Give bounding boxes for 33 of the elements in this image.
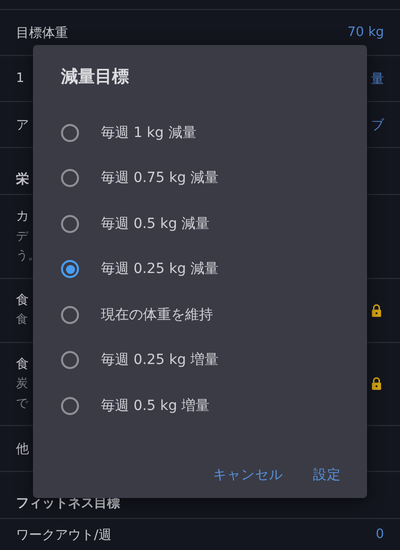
radio-button[interactable]	[61, 396, 79, 415]
setting-label: 目標体重	[16, 24, 68, 42]
setting-label: 食	[16, 292, 29, 310]
radio-option[interactable]: 毎週 0.25 kg 減量	[61, 246, 367, 292]
setting-label: 食	[16, 356, 29, 374]
radio-option[interactable]: 現在の体重を維持	[61, 292, 367, 338]
radio-button[interactable]	[61, 124, 79, 142]
setting-label: ア	[16, 116, 29, 134]
setting-value: ブ	[371, 116, 384, 134]
setting-description: デ	[16, 228, 30, 244]
radio-option[interactable]: 毎週 0.5 kg 減量	[61, 201, 367, 246]
dialog-title: 減量目標	[61, 66, 130, 89]
radio-button[interactable]	[61, 306, 79, 324]
setting-description: 食	[16, 311, 29, 328]
setting-description: う。	[16, 247, 40, 264]
radio-button[interactable]	[61, 214, 79, 233]
setting-label: 1	[16, 71, 24, 86]
radio-option[interactable]: 毎週 0.75 kg 減量	[61, 156, 367, 201]
radio-button[interactable]	[61, 351, 79, 370]
setting-description: で	[16, 394, 29, 412]
setting-value: 0	[376, 527, 384, 542]
setting-label: カ	[16, 208, 30, 226]
radio-option[interactable]: 毎週 0.25 kg 増量	[61, 338, 367, 383]
setting-description: 炭	[16, 375, 29, 392]
setting-value: 量	[371, 70, 384, 88]
setting-label: 他	[16, 440, 29, 458]
setting-value: 70 kg	[348, 25, 384, 40]
radio-button[interactable]	[61, 260, 79, 278]
radio-option[interactable]: 毎週 1 kg 減量	[61, 110, 367, 156]
radio-option[interactable]: 毎週 0.5 kg 増量	[61, 383, 367, 428]
section-header: 栄	[16, 171, 29, 188]
radio-button[interactable]	[61, 169, 79, 188]
setting-label: ワークアウト/週	[16, 526, 112, 544]
